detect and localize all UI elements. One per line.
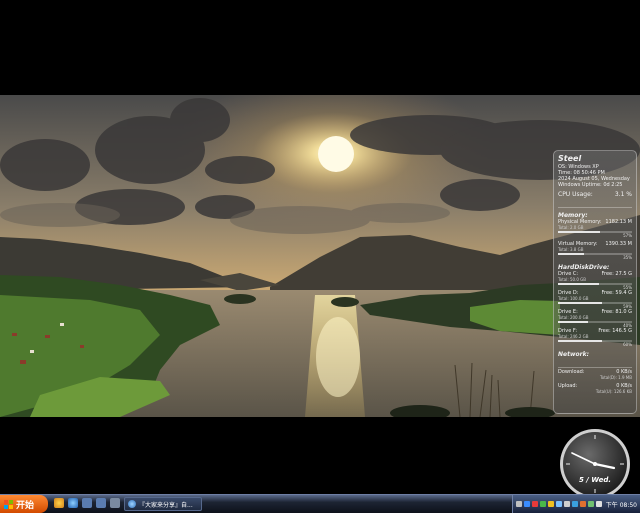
virtual-memory-pct: 35% — [623, 255, 632, 260]
drive-c: Drive C: Free: 27.5 G Total: 50.0 GB 55% — [558, 271, 632, 290]
drive-e-bar — [558, 321, 632, 323]
drive-e: Drive E: Free: 81.0 G Total: 200.0 GB 40% — [558, 309, 632, 328]
windows-flag-icon — [4, 499, 13, 509]
upload-label: Upload: — [558, 383, 578, 389]
quick-launch: » — [54, 498, 129, 508]
tray-icon-10[interactable] — [588, 501, 594, 507]
cpu-value: 3.1 % — [614, 191, 632, 198]
tray-clock[interactable]: 下午 08:50 — [606, 500, 637, 509]
download-label: Download: — [558, 369, 585, 375]
taskbar: 开始 » 『大家来分享』自... 下午 08:50 — [0, 494, 640, 513]
clock-gadget[interactable]: 5 / Wed. — [556, 428, 634, 494]
drive-d-bar — [558, 302, 632, 304]
cpu-graph — [558, 199, 632, 208]
tray-icon-7[interactable] — [564, 501, 570, 507]
drive-f-bar-fill — [558, 340, 603, 342]
tray-icon-4[interactable] — [540, 501, 546, 507]
drive-c-total: Total: 50.0 GB — [558, 277, 586, 282]
network-graph — [558, 359, 632, 368]
tray-icon-8[interactable] — [572, 501, 578, 507]
taskbar-window-button[interactable]: 『大家来分享』自... — [124, 497, 202, 511]
drive-f-bar — [558, 340, 632, 342]
gadget-title: Steel — [558, 154, 582, 163]
virtual-memory-bar — [558, 253, 632, 255]
drive-d-bar-fill — [558, 302, 602, 304]
drive-f-pct: 60% — [623, 342, 632, 347]
drive-c-bar-fill — [558, 283, 599, 285]
virtual-memory-value: 1390.33 M — [605, 241, 632, 247]
physical-memory-value: 1182.13 M — [605, 219, 632, 225]
drive-c-free: Free: 27.5 G — [601, 271, 632, 277]
download-total: Total(D): 1.9 MB — [600, 375, 632, 380]
system-monitor-gadget[interactable]: Steel OS: Windows XP Time: 08 50:46 PM 2… — [553, 150, 637, 414]
system-tray: 下午 08:50 — [512, 495, 640, 513]
drive-c-bar — [558, 283, 632, 285]
drive-f-total: Total: 246.2 GB — [558, 334, 589, 339]
tray-icon-6[interactable] — [556, 501, 562, 507]
tray-icon-1[interactable] — [516, 501, 522, 507]
uptime-label: Windows Uptime: 0d 2:25 — [558, 182, 623, 188]
drive-e-free: Free: 81.0 G — [601, 309, 632, 315]
upload-total: Total(U): 126.6 KB — [595, 389, 632, 394]
physical-memory-bar-fill — [558, 231, 601, 233]
virtual-memory-total: Total: 3.8 GB — [558, 247, 584, 252]
tray-icon-5[interactable] — [548, 501, 554, 507]
cpu-label: CPU Usage: — [558, 191, 593, 198]
media-icon[interactable] — [110, 498, 120, 508]
tray-icon-2[interactable] — [524, 501, 530, 507]
drive-e-total: Total: 200.0 GB — [558, 315, 589, 320]
tray-icon-9[interactable] — [580, 501, 586, 507]
drive-d-total: Total: 100.0 GB — [558, 296, 589, 301]
clock-date: 5 / Wed. — [579, 476, 611, 484]
drive-f: Drive F: Free: 146.5 G Total: 246.2 GB 60… — [558, 328, 632, 347]
back-arrow-icon[interactable] — [82, 498, 92, 508]
forward-arrow-icon[interactable] — [96, 498, 106, 508]
drive-f-free: Free: 146.5 G — [598, 328, 632, 334]
system-info: OS: Windows XP Time: 08 50:46 PM 2024 Au… — [558, 164, 632, 188]
start-label: 开始 — [16, 500, 35, 511]
ie-icon[interactable] — [68, 498, 78, 508]
physical-memory-bar — [558, 231, 632, 233]
desktop: Steel OS: Windows XP Time: 08 50:46 PM 2… — [0, 0, 640, 494]
physical-memory-total: Total: 2.0 GB — [558, 225, 584, 230]
physical-memory-pct: 57% — [623, 233, 632, 238]
network-header: Network: — [558, 351, 589, 358]
start-button[interactable]: 开始 — [0, 495, 48, 513]
tray-icon-3[interactable] — [532, 501, 538, 507]
drive-d-free: Free: 59.4 G — [601, 290, 632, 296]
cpu-usage: CPU Usage: 3.1 % — [558, 191, 632, 198]
ie-window-icon — [128, 500, 136, 508]
drive-d: Drive D: Free: 59.4 G Total: 100.0 GB 59% — [558, 290, 632, 309]
virtual-memory-bar-fill — [558, 253, 584, 255]
taskbar-window-label: 『大家来分享』自... — [139, 501, 193, 509]
wallpaper-image — [0, 95, 640, 417]
browser-icon[interactable] — [54, 498, 64, 508]
drive-list: Drive C: Free: 27.5 G Total: 50.0 GB 55% … — [558, 271, 632, 347]
volume-icon[interactable] — [596, 501, 602, 507]
drive-e-bar-fill — [558, 321, 588, 323]
